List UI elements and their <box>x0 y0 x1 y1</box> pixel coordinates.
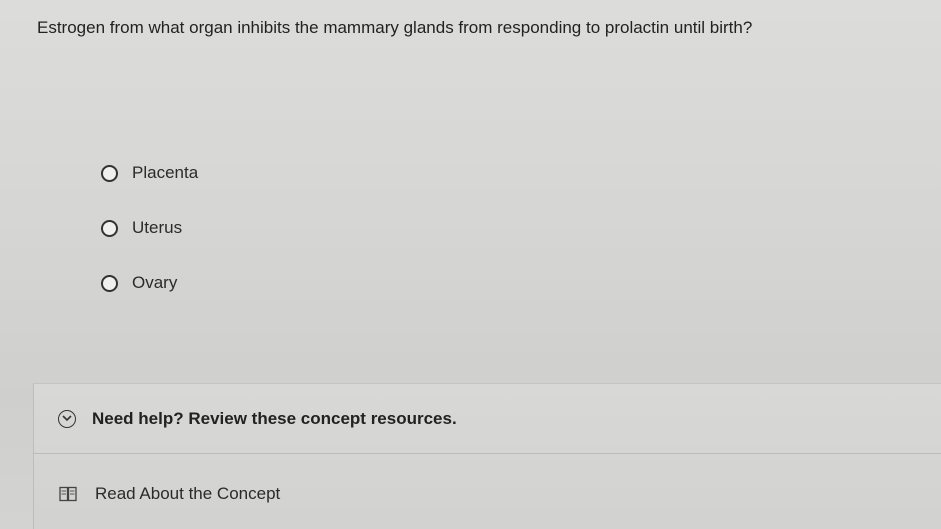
radio-button[interactable] <box>101 219 118 237</box>
option-label: Uterus <box>132 218 183 237</box>
help-toggle[interactable]: Need help? Review these concept resource… <box>34 384 941 454</box>
option-uterus[interactable]: Uterus <box>101 213 198 243</box>
option-placenta[interactable]: Placenta <box>101 158 198 188</box>
book-icon <box>59 486 77 502</box>
answer-options: Placenta Uterus Ovary <box>101 158 198 323</box>
question-text: Estrogen from what organ inhibits the ma… <box>37 18 753 37</box>
read-about-concept-link[interactable]: Read About the Concept <box>59 484 280 504</box>
option-label: Placenta <box>132 163 199 182</box>
option-ovary[interactable]: Ovary <box>101 268 198 298</box>
radio-button[interactable] <box>101 274 118 292</box>
help-panel: Need help? Review these concept resource… <box>33 383 941 529</box>
chevron-down-icon[interactable] <box>58 409 76 428</box>
radio-button[interactable] <box>101 164 118 182</box>
option-label: Ovary <box>132 273 178 292</box>
help-title: Need help? Review these concept resource… <box>92 408 457 428</box>
resource-label: Read About the Concept <box>95 484 281 503</box>
